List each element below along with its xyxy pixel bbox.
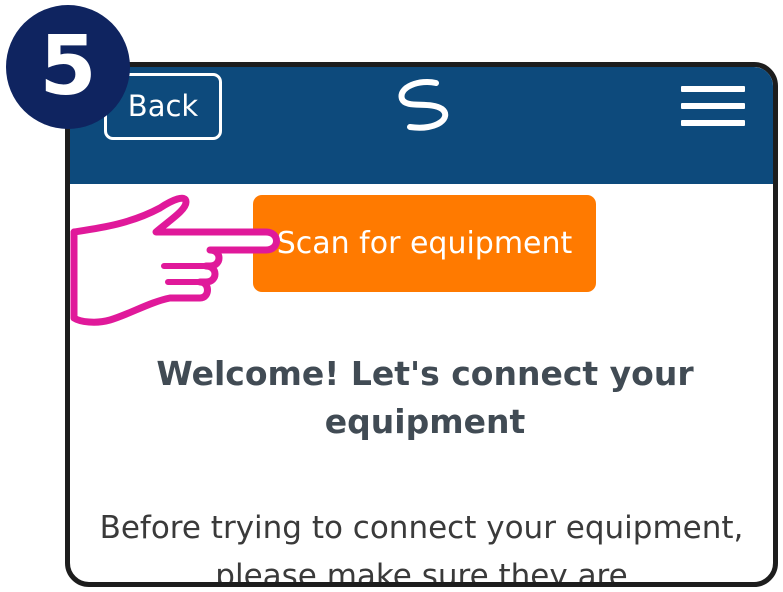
intro-paragraph: Before trying to connect your equipment,… — [99, 510, 744, 587]
tutorial-step-frame: Back Scan for equipment Welcome! Let's c… — [0, 0, 783, 592]
step-number-badge: 5 — [6, 5, 130, 129]
app-header: Back — [70, 67, 773, 184]
welcome-heading: Welcome! Let's connect your equipment — [156, 354, 694, 441]
swirl-logo-icon[interactable] — [390, 75, 460, 135]
hamburger-menu-icon[interactable] — [681, 86, 745, 126]
pointing-hand-icon — [70, 194, 280, 326]
scan-for-equipment-button[interactable]: Scan for equipment — [253, 195, 596, 292]
